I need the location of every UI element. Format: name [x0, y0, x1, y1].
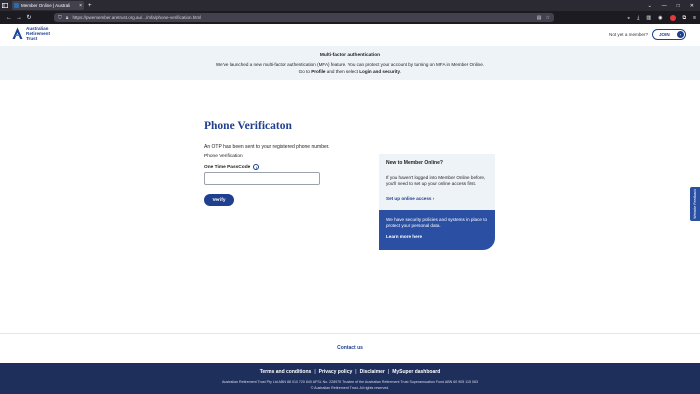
contact-us-link[interactable]: Contact us	[0, 345, 700, 351]
browser-nav-bar: ← → ↻ ⛉ 🔒︎ https://pwemember.aretrust.or…	[0, 11, 700, 24]
disclaimer-link[interactable]: Disclaimer	[360, 369, 385, 375]
bookmark-star-icon[interactable]: ☆	[546, 15, 550, 21]
link-separator: |	[355, 369, 357, 375]
tab-list-chevron-icon[interactable]: ⌄	[648, 3, 652, 9]
shield-icon[interactable]: ⛉	[58, 15, 62, 21]
mfa-announcement-banner: Multi-factor authentication We've launch…	[0, 46, 700, 80]
terms-link[interactable]: Terms and conditions	[260, 369, 312, 375]
link-separator: |	[387, 369, 390, 375]
learn-more-link[interactable]: Learn more here	[386, 234, 422, 239]
forward-arrow-icon[interactable]: →	[14, 15, 24, 21]
reader-view-icon[interactable]: ▤	[537, 15, 542, 21]
website-feedback-tab[interactable]: Website Feedback	[690, 187, 700, 221]
art-logo[interactable]: Australian Retirement Trust	[12, 26, 50, 41]
verify-button[interactable]: Verify	[204, 194, 234, 206]
menu-hamburger-icon[interactable]: ≡	[693, 15, 696, 21]
mfa-banner-text: We've launched a new multi-factor authen…	[215, 62, 485, 67]
site-favicon-icon	[14, 3, 19, 8]
security-text: We have security policies and systems in…	[386, 217, 488, 229]
new-member-card: New to Member Online? If you haven't log…	[379, 154, 495, 210]
otp-field-label: One Time PassCode i	[204, 164, 260, 170]
lock-icon[interactable]: 🔒︎	[66, 15, 69, 21]
downloads-icon[interactable]: ⤓	[637, 15, 639, 21]
mysuper-dashboard-link[interactable]: MySuper dashboard	[392, 369, 440, 375]
tab-close-icon[interactable]: ×	[79, 3, 82, 9]
browser-tab-bar: Member Online | Australi × + ⌄ — □ ✕	[0, 0, 700, 11]
logo-wordmark: Australian Retirement Trust	[26, 26, 50, 41]
minimize-icon[interactable]: —	[662, 3, 667, 9]
mfa-banner-title: Multi-factor authentication	[319, 53, 381, 58]
footer-links: Terms and conditions | Privacy policy | …	[0, 369, 700, 375]
extension-icon[interactable]	[669, 14, 676, 21]
contact-band: Contact us	[0, 333, 700, 363]
address-bar[interactable]: ⛉ 🔒︎ https://pwemember.aretrust.org.au/.…	[54, 13, 554, 22]
otp-input[interactable]	[204, 172, 320, 185]
otp-sent-message: An OTP has been sent to your registered …	[204, 144, 330, 150]
info-icon[interactable]: i	[253, 164, 260, 170]
site-header: Australian Retirement Trust Not yet a me…	[0, 24, 700, 46]
page-title: Phone Verificaton	[204, 120, 292, 132]
url-text[interactable]: https://pwemember.aretrust.org.au/.../mf…	[72, 15, 532, 20]
mfa-banner-instructions: Go to Profile and then select Login and …	[298, 69, 402, 74]
sidebar-toggle-icon[interactable]	[0, 0, 10, 11]
security-card: We have security policies and systems in…	[379, 210, 495, 250]
join-button[interactable]: JOIN ›	[652, 29, 686, 40]
new-member-text: If you haven't logged into Member Online…	[386, 175, 486, 187]
account-icon[interactable]: ◉	[658, 15, 662, 21]
window-close-icon[interactable]: ✕	[690, 3, 694, 9]
tab-title: Member Online | Australi	[21, 3, 71, 8]
new-tab-button[interactable]: +	[88, 3, 92, 9]
site-footer: Terms and conditions | Privacy policy | …	[0, 363, 700, 394]
privacy-policy-link[interactable]: Privacy policy	[319, 369, 353, 375]
setup-online-access-link[interactable]: Set up online access ›	[386, 196, 434, 201]
library-icon[interactable]: ▥	[646, 15, 651, 21]
browser-tab-active[interactable]: Member Online | Australi ×	[12, 1, 84, 10]
back-arrow-icon[interactable]: ←	[4, 15, 14, 21]
extensions-puzzle-icon[interactable]: ⧉	[683, 15, 687, 21]
new-member-title: New to Member Online?	[386, 160, 443, 166]
art-logo-mark-icon	[12, 27, 23, 39]
maximize-icon[interactable]: □	[677, 3, 680, 9]
window-controls: ⌄ — □ ✕	[648, 0, 694, 11]
not-a-member-text: Not yet a member?	[609, 32, 649, 37]
reload-icon[interactable]: ↻	[24, 14, 34, 21]
footer-legal-text: Australian Retirement Trust Pty Ltd ABN …	[222, 380, 478, 384]
footer-copyright: © Australian Retirement Trust. All right…	[310, 386, 390, 390]
toolbar-icons: ◒ ⤓ ▥ ◉ ⧉ ≡	[627, 14, 696, 21]
arrow-right-icon: ›	[677, 31, 684, 38]
pocket-icon[interactable]: ◒	[627, 15, 630, 21]
link-separator: |	[314, 369, 316, 375]
phone-verification-label: Phone Verification	[204, 154, 243, 159]
